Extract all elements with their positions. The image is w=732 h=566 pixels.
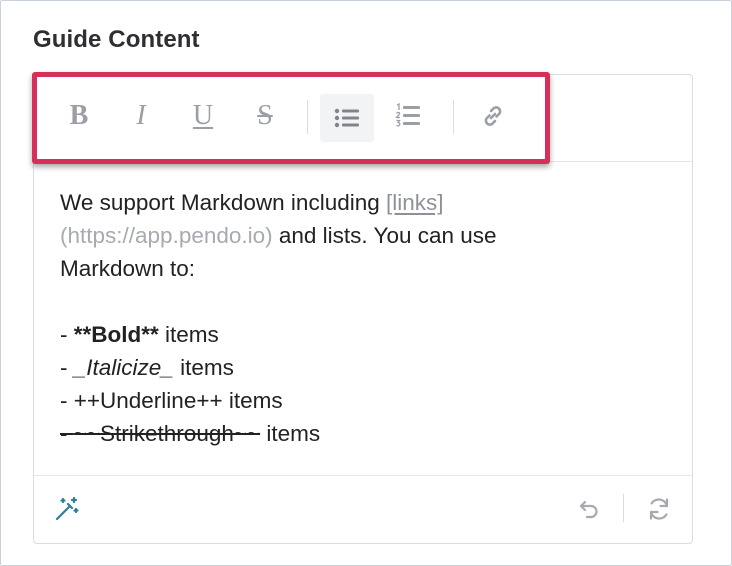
- strikethrough-text: ~~Strikethrough~~: [73, 421, 261, 446]
- content-text: and lists. You can use: [272, 223, 497, 248]
- content-text: Markdown to:: [60, 256, 196, 281]
- bold-button[interactable]: B: [62, 94, 96, 138]
- bold-text: **Bold**: [73, 322, 159, 347]
- bold-icon: B: [69, 100, 89, 131]
- strikethrough-button[interactable]: S: [248, 94, 282, 138]
- footer-divider: [34, 475, 692, 476]
- list-dash: -: [60, 322, 74, 347]
- list-item-suffix: items: [158, 322, 219, 347]
- list-dash: -: [60, 355, 74, 380]
- italic-button[interactable]: I: [124, 94, 158, 138]
- list-item: - **Bold** items: [60, 318, 680, 351]
- content-line: (https://app.pendo.io) and lists. You ca…: [60, 219, 680, 252]
- toolbar-separator: [453, 100, 454, 134]
- link-url: (https://app.pendo.io): [60, 223, 273, 248]
- footer-separator: [623, 494, 624, 522]
- redo-icon: [649, 498, 669, 520]
- magic-wand-button[interactable]: [50, 492, 84, 526]
- list-item-suffix: items: [173, 355, 234, 380]
- bulleted-list-icon: [334, 108, 359, 128]
- redo-button[interactable]: [642, 492, 676, 526]
- magic-wand-icon: [55, 496, 79, 521]
- strikethrough-icon: S: [257, 100, 273, 131]
- underline-button[interactable]: U: [186, 94, 220, 138]
- list-item: - ++Underline++ items: [60, 384, 680, 417]
- list-item-suffix: items: [260, 421, 321, 446]
- undo-button[interactable]: [574, 494, 604, 524]
- underline-text: - ++Underline++ items: [60, 388, 283, 413]
- content-line: We support Markdown including [links]: [60, 186, 680, 219]
- bulleted-list-button[interactable]: [320, 94, 374, 142]
- undo-icon: [579, 500, 598, 519]
- list-dash: -: [60, 421, 74, 446]
- link-button[interactable]: [476, 94, 510, 138]
- numbered-list-icon: [395, 103, 420, 127]
- content-line: Markdown to:: [60, 252, 680, 285]
- editor-content[interactable]: We support Markdown including [links] (h…: [60, 186, 680, 450]
- link-icon: [484, 106, 502, 126]
- section-heading: Guide Content: [33, 26, 200, 53]
- italic-text: _Italicize_: [73, 355, 174, 380]
- list-item: - _Italicize_ items: [60, 351, 680, 384]
- content-text: We support Markdown including: [60, 190, 386, 215]
- underline-icon: U: [192, 100, 214, 131]
- link-markup: [links]: [386, 190, 444, 215]
- italic-icon: I: [136, 100, 146, 131]
- list-item: - ~~Strikethrough~~ items: [60, 417, 680, 450]
- toolbar-highlight: [32, 72, 550, 164]
- numbered-list-button[interactable]: [388, 94, 428, 138]
- toolbar-separator: [307, 100, 308, 134]
